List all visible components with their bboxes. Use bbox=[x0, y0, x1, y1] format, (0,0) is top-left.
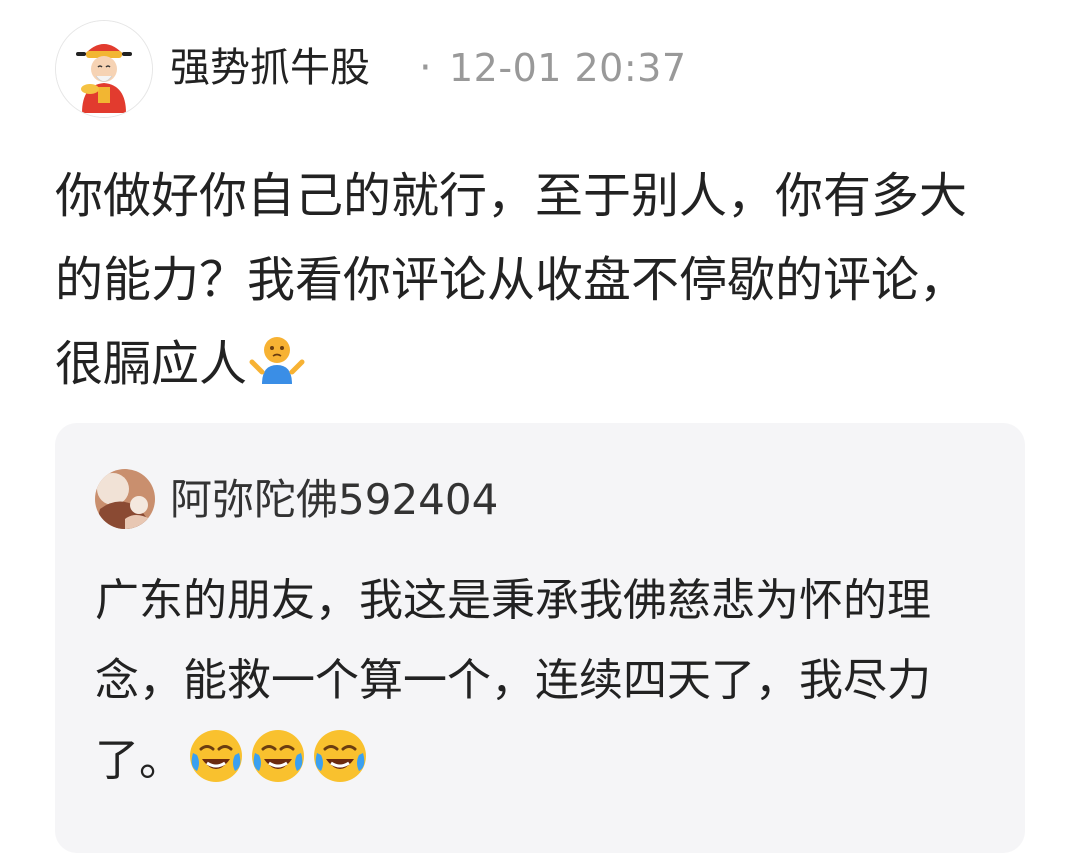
post-content-text: 你做好你自己的就行，至于别人，你有多大的能力？我看你评论从收盘不停歇的评论，很膈… bbox=[55, 168, 968, 392]
user-avatar-icon bbox=[95, 469, 155, 529]
shrug-emoji-icon bbox=[247, 330, 307, 414]
quoted-author-name[interactable]: 阿弥陀佛592404 bbox=[170, 471, 498, 529]
post-timestamp: 12-01 20:37 bbox=[449, 46, 687, 90]
quoted-content: 广东的朋友，我这是秉承我佛慈悲为怀的理念，能救一个算一个，连续四天了，我尽力了。 bbox=[95, 561, 975, 811]
laugh-cry-emoji-icon bbox=[249, 727, 307, 811]
laugh-cry-emoji-icon bbox=[187, 727, 245, 811]
post-content: 你做好你自己的就行，至于别人，你有多大的能力？我看你评论从收盘不停歇的评论，很膈… bbox=[55, 154, 985, 414]
caishen-avatar-icon bbox=[56, 21, 152, 117]
quoted-author-avatar[interactable] bbox=[95, 469, 155, 529]
meta-separator: · bbox=[419, 45, 432, 91]
quoted-comment[interactable]: 阿弥陀佛592404 广东的朋友，我这是秉承我佛慈悲为怀的理念，能救一个算一个，… bbox=[55, 423, 1025, 853]
author-avatar[interactable] bbox=[55, 20, 153, 118]
laugh-cry-emoji-icon bbox=[311, 727, 369, 811]
author-name[interactable]: 强势抓牛股 bbox=[170, 38, 370, 98]
